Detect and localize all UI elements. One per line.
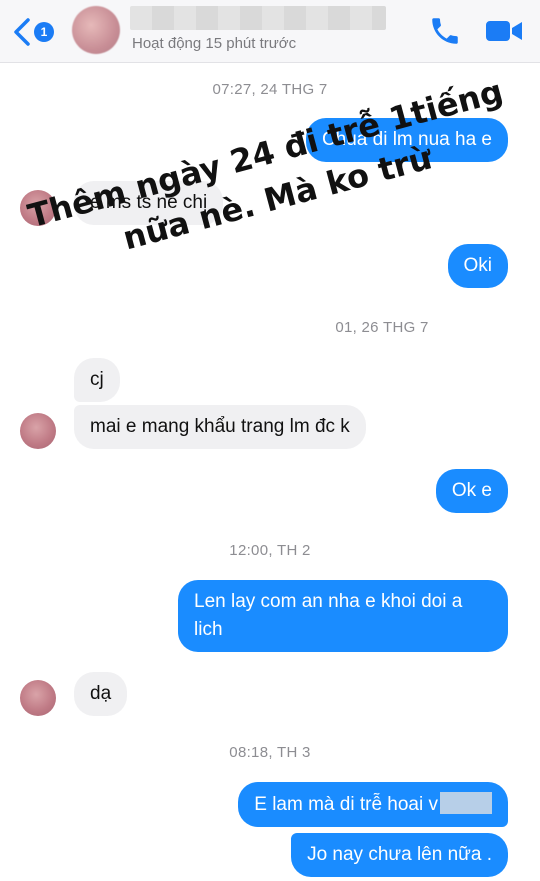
voice-call-button[interactable] <box>428 14 462 48</box>
active-status: Hoạt động 15 phút trước <box>132 35 297 52</box>
message-outgoing[interactable]: Len lay com an nha e khoi doi a lich <box>178 580 508 652</box>
message-outgoing[interactable]: Jo nay chưa lên nữa . <box>291 833 508 877</box>
timestamp: 01, 26 THG 7 <box>335 319 429 336</box>
timestamp: 08:18, TH 3 <box>229 744 311 761</box>
message-outgoing[interactable]: Ok e <box>435 469 508 513</box>
chevron-left-icon <box>14 18 30 46</box>
phone-icon <box>432 18 458 44</box>
message-incoming[interactable]: cj <box>74 358 120 402</box>
timestamp: 12:00, TH 2 <box>229 542 311 559</box>
unread-badge: 1 <box>34 22 54 42</box>
contact-avatar[interactable] <box>72 6 120 54</box>
message-text: E lam mà di trễ hoai v <box>254 794 438 815</box>
overlay-caption: Thêm ngày 24 đi trễ 1tiếng nữa nè. Mà ko… <box>18 67 525 285</box>
redacted-text <box>440 792 492 814</box>
video-camera-icon <box>486 21 522 41</box>
contact-name-redacted[interactable] <box>130 6 386 30</box>
video-call-button[interactable] <box>484 16 524 46</box>
message-outgoing[interactable]: E lam mà di trễ hoai v <box>238 782 508 827</box>
sender-avatar <box>20 680 56 716</box>
back-button[interactable]: 1 <box>12 14 58 48</box>
message-incoming[interactable]: mai e mang khẩu trang lm đc k <box>74 405 366 449</box>
message-outgoing[interactable]: Oki <box>447 244 508 288</box>
message-incoming[interactable]: dạ <box>74 672 128 716</box>
chat-header: 1 Hoạt động 15 phút trước <box>0 0 540 63</box>
sender-avatar <box>20 413 56 449</box>
